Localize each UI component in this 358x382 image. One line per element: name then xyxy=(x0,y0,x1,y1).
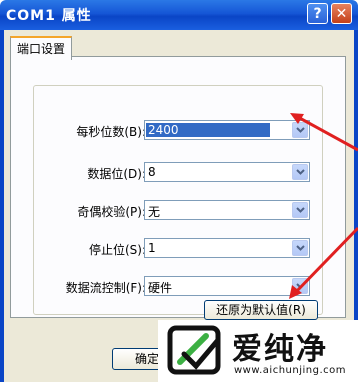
annotation-arrow-restore xyxy=(292,226,358,296)
watermark: 爱纯净 www.aichunjing.com xyxy=(158,320,358,382)
properties-dialog: COM1 属性 ? ✕ 端口设置 每秒位数(B): 2400 数据位(D): 8… xyxy=(0,0,358,382)
watermark-logo-icon xyxy=(167,325,221,375)
annotation-arrow-baud xyxy=(295,114,358,152)
watermark-brand: 爱纯净 xyxy=(232,332,328,367)
watermark-url: www.aichunjing.com xyxy=(234,365,346,376)
tab-port-settings[interactable]: 端口设置 xyxy=(10,36,73,60)
